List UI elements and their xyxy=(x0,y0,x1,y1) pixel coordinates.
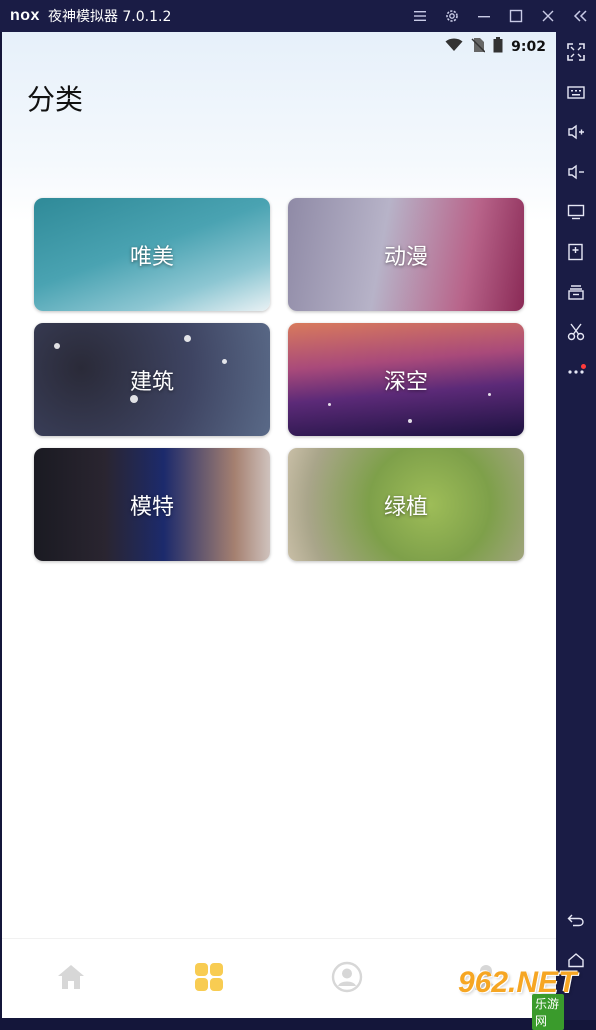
category-label: 模特 xyxy=(129,494,174,520)
scissors-icon[interactable] xyxy=(556,312,596,352)
gear-icon[interactable] xyxy=(436,0,468,32)
category-label: 建筑 xyxy=(129,369,174,395)
header-background xyxy=(2,32,556,222)
screen-icon[interactable] xyxy=(556,192,596,232)
category-card-dongman[interactable]: 动漫 xyxy=(288,198,524,311)
category-card-mote[interactable]: 模特 xyxy=(34,448,270,561)
watermark-subtext: 乐游网 xyxy=(532,994,564,1030)
close-icon[interactable] xyxy=(532,0,564,32)
collapse-icon[interactable] xyxy=(564,0,596,32)
category-label: 唯美 xyxy=(129,244,174,270)
user-icon xyxy=(331,961,363,993)
nav-category[interactable] xyxy=(189,957,229,997)
back-icon[interactable] xyxy=(556,900,596,940)
category-card-jianzhu[interactable]: 建筑 xyxy=(34,323,270,436)
nox-logo: nox xyxy=(10,7,40,24)
category-label: 动漫 xyxy=(383,244,428,270)
volume-down-icon[interactable] xyxy=(556,152,596,192)
category-label: 绿植 xyxy=(383,494,428,520)
category-card-weimei[interactable]: 唯美 xyxy=(34,198,270,311)
more-icon[interactable] xyxy=(556,352,596,392)
menu-icon[interactable] xyxy=(404,0,436,32)
category-label: 深空 xyxy=(383,369,428,395)
notification-dot xyxy=(581,364,586,369)
emulator-titlebar: nox 夜神模拟器 7.0.1.2 xyxy=(0,0,596,32)
nav-profile[interactable] xyxy=(327,957,367,997)
status-bar: 9:02 xyxy=(445,36,546,58)
nav-home[interactable] xyxy=(51,957,91,997)
no-sim-icon xyxy=(471,37,486,57)
battery-icon xyxy=(493,37,503,57)
maximize-icon[interactable] xyxy=(500,0,532,32)
keyboard-icon[interactable] xyxy=(556,72,596,112)
home-icon xyxy=(58,965,84,989)
android-screen: 9:02 分类 唯美 动漫 建筑 深空 模特 绿植 xyxy=(2,32,556,1018)
emulator-sidebar xyxy=(556,32,596,1020)
titlebar-controls xyxy=(404,0,596,32)
window-title: 夜神模拟器 7.0.1.2 xyxy=(47,9,172,25)
category-card-shenkong[interactable]: 深空 xyxy=(288,323,524,436)
watermark: 962.NET 乐游网 xyxy=(454,966,576,1030)
page-title: 分类 xyxy=(27,83,84,116)
install-apk-icon[interactable] xyxy=(556,232,596,272)
fullscreen-icon[interactable] xyxy=(556,32,596,72)
clock: 9:02 xyxy=(511,39,546,55)
wifi-icon xyxy=(445,38,463,56)
volume-up-icon[interactable] xyxy=(556,112,596,152)
multi-instance-icon[interactable] xyxy=(556,272,596,312)
minimize-icon[interactable] xyxy=(468,0,500,32)
category-card-lvzhi[interactable]: 绿植 xyxy=(288,448,524,561)
grid-icon xyxy=(195,963,223,991)
